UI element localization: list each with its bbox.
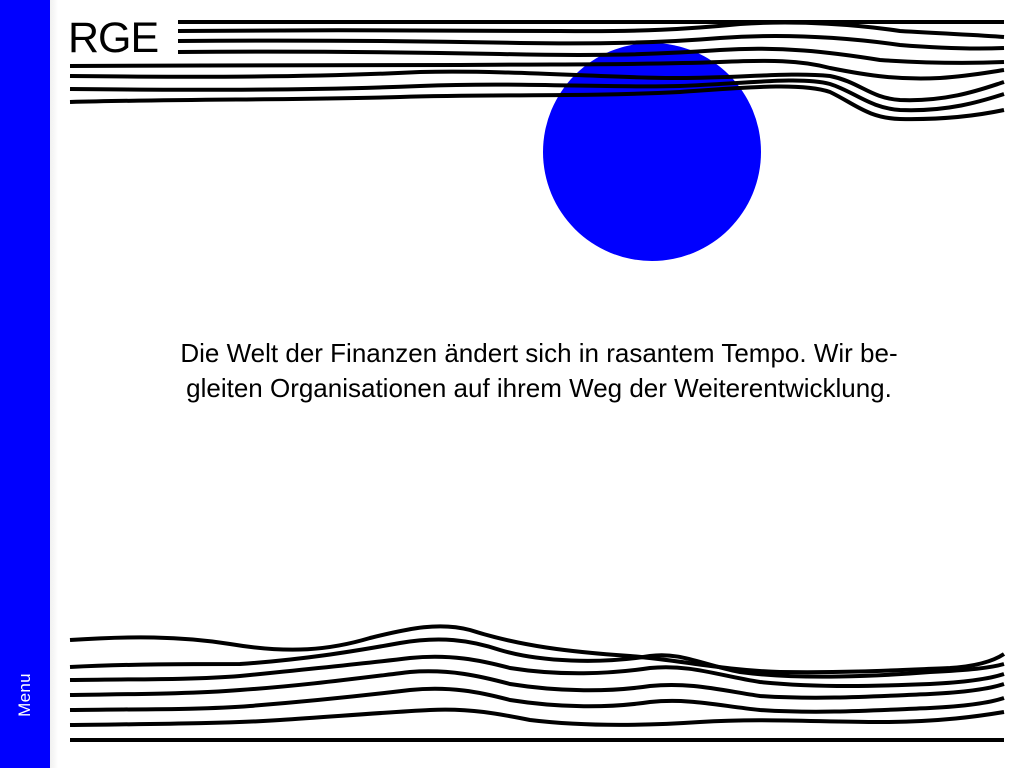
top-wave-lines <box>69 20 1005 122</box>
hero-tagline-line-2: gleiten Organisationen auf ihrem Weg der… <box>186 373 892 403</box>
menu-button[interactable]: Menu <box>10 655 40 735</box>
hero-tagline: Die Welt der Finanzen ändert sich in ras… <box>110 336 968 406</box>
hero-tagline-line-1: Die Welt der Finanzen ändert sich in ras… <box>180 338 898 368</box>
top-wave-line <box>177 33 1005 51</box>
menu-label: Menu <box>15 673 35 717</box>
top-wave-line <box>177 46 1005 65</box>
bottom-wave-lines <box>69 624 1006 742</box>
top-wave-line <box>177 20 1005 39</box>
logo[interactable]: RGE <box>68 14 159 62</box>
